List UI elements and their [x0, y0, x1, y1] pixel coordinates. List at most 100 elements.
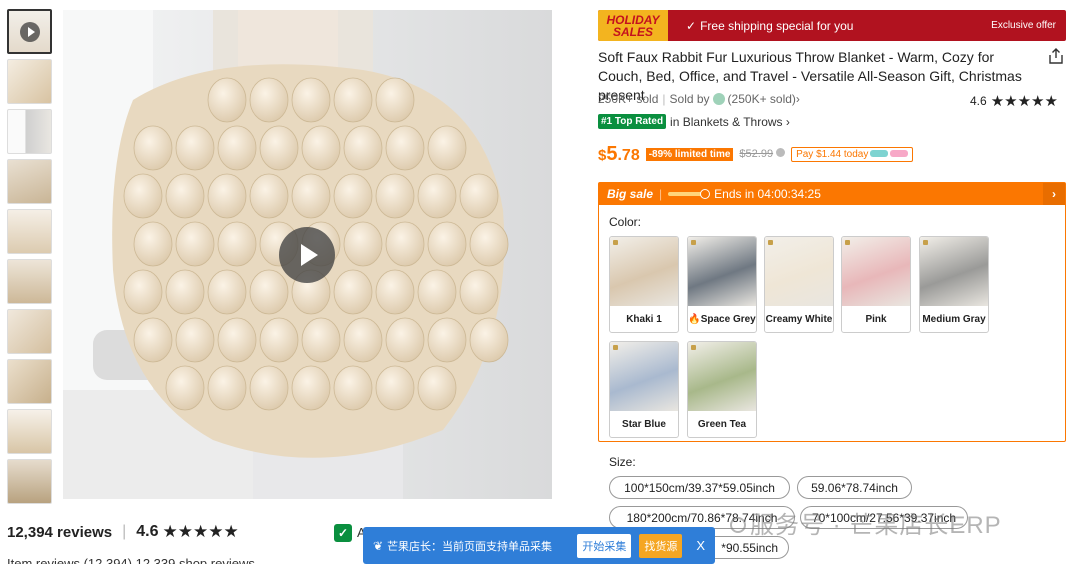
color-option-green-tea[interactable]: Green Tea: [687, 341, 757, 438]
blanket-puff: [427, 317, 467, 363]
top-rated-row[interactable]: #1 Top Rated in Blankets & Throws ›: [598, 114, 790, 129]
color-swatch-image: [688, 342, 756, 411]
color-option-label: Star Blue: [622, 418, 666, 430]
big-sale-header[interactable]: Big sale | Ends in 04:00:34:25 ›: [599, 183, 1065, 205]
main-product-image[interactable]: [63, 10, 552, 499]
blanket-puff: [459, 173, 499, 219]
size-option[interactable]: 59.06*78.74inch: [797, 476, 912, 499]
blanket-puff: [333, 77, 373, 123]
color-option-label: Khaki 1: [626, 313, 662, 325]
thumbnail[interactable]: [7, 309, 52, 354]
blanket-puff: [301, 125, 341, 171]
holiday-sales-banner[interactable]: HOLIDAY SALES ✓ Free shipping special for…: [598, 10, 1066, 41]
sold-info: 250K+ sold | Sold by (250K+ sold) ›: [598, 92, 800, 106]
price-cents: .78: [617, 147, 640, 164]
thumbnail[interactable]: [7, 409, 52, 454]
color-swatch-image: [765, 237, 833, 306]
divider: |: [662, 92, 666, 106]
exclusive-offer: Exclusive offer: [991, 20, 1056, 31]
close-icon[interactable]: X: [696, 538, 705, 553]
start-collect-button[interactable]: 开始采集: [577, 533, 632, 558]
product-rating[interactable]: 4.6 ★★★★★: [970, 92, 1058, 110]
chevron-right-icon[interactable]: ›: [796, 92, 800, 106]
thumbnail-list: [7, 9, 52, 509]
erp-collect-toolbar: ❦ 芒果店长：当前页面支持单品采集 开始采集 找货源 X: [363, 527, 715, 564]
color-option-khaki-1[interactable]: Khaki 1: [609, 236, 679, 333]
color-option-space-grey[interactable]: 🔥 Space Grey: [687, 236, 757, 333]
discount-badge: -89% limited time: [645, 148, 734, 161]
color-option-creamy-white[interactable]: Creamy White: [764, 236, 834, 333]
blanket-puff: [133, 125, 173, 171]
check-icon: ✓: [686, 18, 697, 33]
review-tabs[interactable]: Item reviews (12,394) 12,339 shop review…: [7, 556, 255, 564]
top-rated-category[interactable]: in Blankets & Throws ›: [670, 115, 790, 129]
thumbnail[interactable]: [7, 159, 52, 204]
sold-count: 250K+ sold: [598, 92, 659, 106]
blanket-puff: [217, 221, 257, 267]
color-option-star-blue[interactable]: Star Blue: [609, 341, 679, 438]
color-option-text: Space Grey: [700, 313, 756, 325]
sale-progress-icon: [668, 189, 711, 199]
color-label: Color:: [609, 215, 642, 229]
blanket-puff: [259, 317, 299, 363]
blanket-puff: [333, 365, 373, 411]
blanket-puff: [175, 221, 215, 267]
blanket-puff: [333, 173, 373, 219]
free-shipping-text: ✓ Free shipping special for you: [686, 19, 991, 33]
review-score: 4.6: [136, 523, 159, 540]
blanket-puff: [385, 125, 425, 171]
divider: |: [659, 187, 663, 201]
blanket-puff: [385, 221, 425, 267]
color-option-label: Medium Gray: [922, 313, 986, 325]
play-icon: [19, 21, 40, 42]
thumbnail[interactable]: [7, 359, 52, 404]
size-option[interactable]: 100*150cm/39.37*59.05inch: [609, 476, 790, 499]
chevron-right-icon[interactable]: ›: [1043, 183, 1065, 205]
blanket-puff: [217, 125, 257, 171]
sold-by-label: Sold by: [669, 92, 710, 106]
blanket-puff: [175, 125, 215, 171]
blanket-puff: [343, 221, 383, 267]
big-sale-label: Big sale: [607, 187, 654, 201]
color-swatch-image: [842, 237, 910, 306]
thumbnail-video[interactable]: [7, 9, 52, 54]
pay-today-badge[interactable]: Pay $1.44 today: [791, 147, 914, 162]
blanket-puff: [249, 269, 289, 315]
thumbnail[interactable]: [7, 459, 52, 504]
blanket-puff: [291, 77, 331, 123]
rating-value: 4.6: [970, 94, 987, 108]
free-shipping-label: Free shipping special for you: [700, 18, 854, 33]
store-icon[interactable]: [712, 93, 725, 105]
blanket-puff: [417, 173, 457, 219]
watermark-text: 服务号 · 芒果店长ERP: [750, 512, 1002, 539]
blanket-puff: [291, 365, 331, 411]
blanket-puff: [469, 317, 509, 363]
blanket-puff: [207, 77, 247, 123]
star-rating-icon: ★★★★★: [990, 93, 1058, 110]
color-option-pink[interactable]: Pink: [841, 236, 911, 333]
thumbnail[interactable]: [7, 209, 52, 254]
blanket-puff: [259, 125, 299, 171]
find-source-button[interactable]: 找货源: [639, 533, 683, 558]
info-icon[interactable]: [776, 148, 786, 157]
size-label: Size:: [609, 455, 636, 469]
blanket-puff: [249, 77, 289, 123]
holiday-sales-logo: HOLIDAY SALES: [598, 10, 668, 41]
reviews-summary[interactable]: 12,394 reviews | 4.6 ★★★★★: [7, 522, 239, 542]
thumbnail[interactable]: [7, 109, 52, 154]
share-icon[interactable]: [1047, 47, 1065, 65]
blanket-puff: [343, 317, 383, 363]
blanket-puff: [123, 269, 163, 315]
blanket-puff: [165, 173, 205, 219]
thumbnail[interactable]: [7, 259, 52, 304]
paw-icon: ❦: [373, 538, 384, 553]
store-sold-count[interactable]: (250K+ sold): [728, 92, 796, 106]
color-option-label: Green Tea: [697, 418, 747, 430]
review-count[interactable]: 12,394 reviews: [7, 524, 112, 541]
payment-logo-icon: [890, 150, 909, 157]
fire-icon: 🔥: [688, 313, 701, 325]
play-video-button[interactable]: [279, 227, 335, 283]
blanket-puff: [469, 221, 509, 267]
thumbnail[interactable]: [7, 59, 52, 104]
color-option-medium-gray[interactable]: Medium Gray: [919, 236, 989, 333]
